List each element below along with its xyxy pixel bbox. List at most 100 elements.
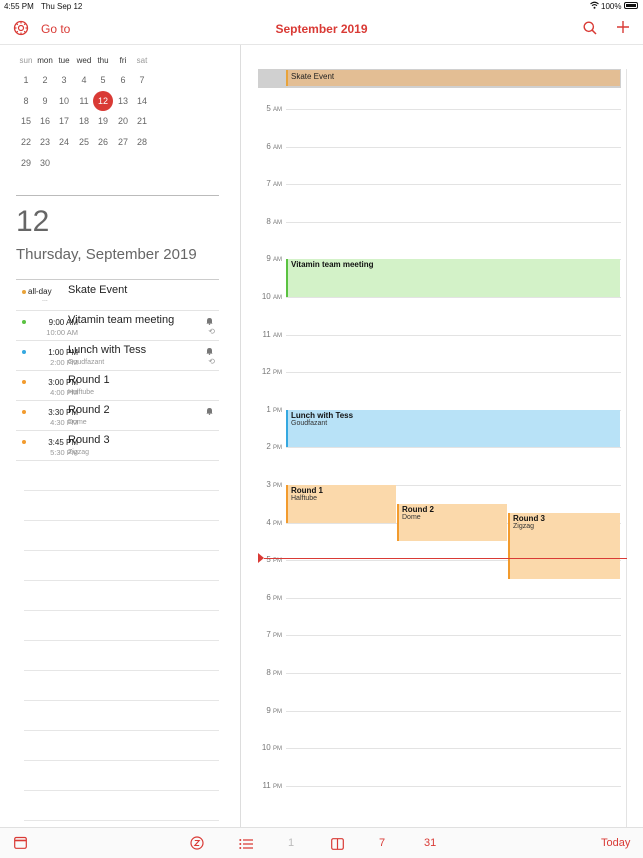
divider	[16, 195, 219, 196]
split-view-icon[interactable]	[331, 837, 344, 855]
mini-day[interactable]: 30	[35, 158, 55, 168]
week-view-button[interactable]: 7	[379, 837, 385, 849]
hour-number: 8	[266, 668, 271, 677]
hour-number: 12	[261, 367, 271, 377]
hour-ampm: PM	[273, 445, 282, 452]
month-title[interactable]: September 2019	[0, 22, 643, 36]
mini-day[interactable]: 5	[93, 75, 113, 85]
mini-day[interactable]: 10	[54, 96, 74, 106]
hour-number: 3	[266, 480, 271, 489]
hour-number: 1	[266, 404, 271, 414]
hour-label: 4 PM	[242, 518, 282, 527]
mini-day[interactable]: 16	[35, 116, 55, 126]
empty-line	[24, 700, 219, 701]
mini-day[interactable]: 20	[113, 116, 133, 126]
mini-day[interactable]: 11	[74, 96, 94, 106]
agenda-item[interactable]: 9:00 AM 10:00 AM Vitamin team meeting ⟲	[16, 311, 219, 341]
hour-line	[286, 334, 621, 336]
mini-day[interactable]: 1	[16, 75, 36, 85]
agenda-item[interactable]: 1:00 PM 2:00 PM Lunch with Tess Goudfazant ⟲	[16, 341, 219, 371]
divider	[16, 279, 219, 280]
hour-number: 6	[266, 141, 271, 151]
mini-day[interactable]: 18	[74, 116, 94, 126]
mini-day[interactable]: 6	[113, 75, 133, 85]
day-event[interactable]: Round 3 Zigzag	[508, 513, 620, 579]
mini-day[interactable]: 19	[93, 116, 113, 126]
agenda-item[interactable]: 3:00 PM 4:00 PM Round 1 Halftube	[16, 371, 219, 401]
empty-line	[24, 640, 219, 641]
empty-line	[24, 490, 219, 491]
battery-percent: 100%	[601, 2, 622, 11]
hour-line	[286, 372, 621, 374]
mini-day[interactable]: 14	[132, 96, 152, 106]
mini-day[interactable]: 2	[35, 75, 55, 85]
mini-day[interactable]: 9	[35, 96, 55, 106]
agenda-title: Vitamin team meeting	[68, 314, 175, 326]
mini-day[interactable]: 25	[74, 137, 94, 147]
mini-day[interactable]: 22	[16, 137, 36, 147]
agenda-item[interactable]: 3:45 PM 5:30 PM Round 3 Zigzag	[16, 431, 219, 461]
hour-ampm: AM	[273, 107, 282, 113]
weekday-label: tue	[58, 56, 70, 65]
weekday-label: wed	[76, 56, 92, 65]
mini-day[interactable]: 17	[54, 116, 74, 126]
hour-ampm: PM	[273, 407, 282, 414]
day-number: 12	[16, 205, 50, 238]
mini-day[interactable]: 27	[113, 137, 133, 147]
mini-day[interactable]: 23	[35, 137, 55, 147]
weekday-label: sat	[136, 56, 148, 65]
hour-number: 11	[262, 329, 271, 339]
mini-day[interactable]: 24	[54, 137, 74, 147]
agenda-time-end: ...	[42, 296, 48, 303]
hour-label: 3 PM	[242, 480, 282, 489]
hour-label: 10 PM	[242, 743, 282, 752]
empty-line	[24, 790, 219, 791]
day-event[interactable]: Round 2 Dome	[397, 503, 507, 542]
allday-event[interactable]: Skate Event	[286, 70, 620, 86]
list-view-icon[interactable]	[239, 837, 253, 855]
left-pane: sun mon tue wed thu fri sat 1 2 3 4 5 6 7 8 9 10 11 12 13 14…	[0, 45, 241, 827]
empty-line	[24, 580, 219, 581]
agenda-item[interactable]: 3:30 PM 4:30 PM Round 2 Dome	[16, 401, 219, 431]
agenda-title: Round 3	[68, 434, 110, 446]
mini-day[interactable]: 8	[16, 96, 36, 106]
empty-line	[24, 730, 219, 731]
mini-day[interactable]: 7	[132, 75, 152, 85]
add-icon[interactable]	[616, 20, 630, 39]
mini-day[interactable]: 13	[113, 96, 133, 106]
mini-day[interactable]: 3	[54, 75, 74, 85]
hour-ampm: AM	[273, 257, 282, 264]
mini-day[interactable]: 28	[132, 137, 152, 147]
weekday-label: sun	[19, 56, 33, 65]
calendar-color-dot	[22, 350, 26, 354]
agenda-location: Goudfazant	[68, 359, 105, 366]
bell-icon	[206, 347, 213, 357]
calendars-icon[interactable]	[14, 836, 27, 854]
hour-label: 6 PM	[242, 593, 282, 602]
search-icon[interactable]	[583, 21, 597, 40]
mini-day[interactable]: 4	[74, 75, 94, 85]
mini-day[interactable]: 26	[93, 137, 113, 147]
empty-line	[24, 760, 219, 761]
agenda-time-end: 10:00 AM	[46, 328, 78, 337]
day-view-button[interactable]: 1	[288, 837, 294, 849]
day-event[interactable]: Round 1 Halftube	[286, 485, 396, 523]
month-view-button[interactable]: 31	[424, 837, 436, 849]
hour-number: 9	[266, 705, 271, 715]
hour-number: 7	[266, 630, 271, 640]
mini-day[interactable]: 29	[16, 158, 36, 168]
mini-day[interactable]: 21	[132, 116, 152, 126]
day-event[interactable]: Lunch with Tess Goudfazant	[286, 409, 620, 448]
hour-label: 7 AM	[242, 179, 282, 188]
today-button[interactable]: Today	[601, 837, 630, 849]
timezone-icon[interactable]	[190, 836, 204, 855]
hour-line	[286, 297, 621, 298]
agenda-item[interactable]: all-day... Skate Event	[16, 281, 219, 311]
battery-icon	[624, 2, 638, 9]
hour-number: 9	[266, 254, 271, 264]
hour-line	[286, 673, 621, 674]
mini-day[interactable]: 12	[93, 96, 113, 106]
status-time: 4:55 PM	[4, 2, 34, 11]
day-event[interactable]: Vitamin team meeting	[286, 259, 620, 297]
mini-day[interactable]: 15	[16, 116, 36, 126]
